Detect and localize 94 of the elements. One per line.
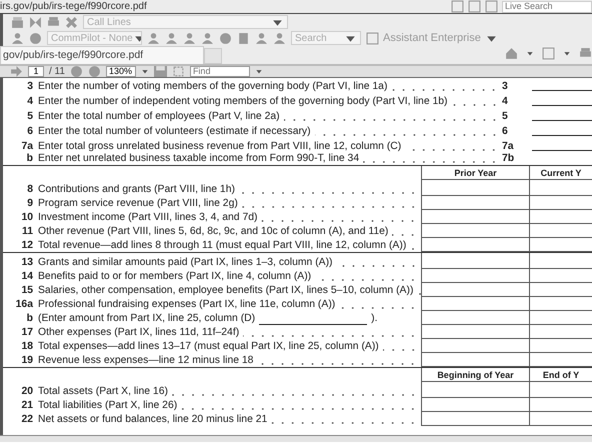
line-text: ).: [371, 312, 378, 325]
line-text: Grants and similar amounts paid (Part IX, lines 1–3, column (A)): [38, 256, 333, 269]
table-cell[interactable]: [529, 269, 592, 283]
zoom-field[interactable]: 130%: [106, 66, 136, 77]
line-text: Other revenue (Part VIII, lines 5, 6d, 8c, 9c, and 10c of column (A), and 11e): [38, 225, 388, 238]
line-text: Revenue less expenses—line 12 minus line 18: [38, 354, 254, 367]
line-number: 17: [20, 326, 34, 339]
table-cell[interactable]: [529, 297, 592, 311]
line-text: Total revenue—add lines 8 through 11 (must equal Part VIII, line 12, column (A)): [38, 239, 406, 252]
table-cell[interactable]: [421, 339, 529, 353]
column-header: End of Y: [529, 368, 592, 382]
table-cell[interactable]: [529, 325, 592, 339]
line-reference: 6: [502, 125, 509, 138]
line-number: 9: [26, 197, 34, 210]
table-cell[interactable]: [529, 311, 592, 325]
table-cell[interactable]: [529, 283, 592, 297]
line-number: 21: [20, 399, 34, 412]
line-number: 18: [20, 340, 34, 353]
page-count: / 11: [49, 66, 65, 77]
line-number: 13: [20, 256, 34, 269]
line-text: Total liabilities (Part X, line 26): [38, 399, 178, 412]
table-cell[interactable]: [421, 283, 529, 297]
table-cell[interactable]: [529, 398, 592, 412]
line-number: 19: [20, 354, 34, 367]
line-number: 14: [20, 270, 34, 283]
search-field[interactable]: Live Search: [502, 0, 592, 12]
column-header: Current Y: [529, 166, 592, 180]
line-text: Other expenses (Part IX, lines 11d, 11f–24f): [38, 326, 240, 339]
address-bar-url[interactable]: irs.gov/pub/irs-tege/f990rcore.pdf: [0, 0, 147, 13]
table-cell[interactable]: [529, 180, 592, 196]
line-number: 8: [26, 183, 34, 196]
table-cell[interactable]: [421, 297, 529, 311]
table-cell[interactable]: [421, 238, 529, 252]
line-text: Net assets or fund balances, line 20 minus line 21: [38, 413, 268, 426]
page-number-field[interactable]: 1: [28, 66, 44, 77]
line-text: Enter the number of independent voting members of the governing body (Part VI, line 1b): [38, 95, 448, 108]
line-reference: 4: [502, 95, 509, 108]
line-number: 20: [20, 385, 34, 398]
table-cell[interactable]: [421, 253, 529, 269]
table-cell[interactable]: [529, 253, 592, 269]
line-reference: 7a: [502, 140, 515, 153]
table-cell[interactable]: [529, 196, 592, 210]
table-cell[interactable]: [529, 382, 592, 398]
line-number: 7a: [20, 140, 34, 153]
line-text: Total assets (Part X, line 16): [38, 385, 168, 398]
table-cell[interactable]: [421, 269, 529, 283]
browser-tab[interactable]: gov/pub/irs-tege/f990rcore.pdf: [0, 46, 204, 64]
table-cell[interactable]: [421, 311, 529, 325]
table-cell[interactable]: [421, 224, 529, 238]
line-number: 15: [20, 284, 34, 297]
table-cell[interactable]: [421, 398, 529, 412]
line-text: Salaries, other compensation, employee benefits (Part IX, lines 5–10, column (A)): [38, 284, 414, 297]
line-text: Enter the total number of employees (Part V, line 2a): [38, 110, 280, 123]
line-text: Enter total gross unrelated business revenue from Part VIII, line 12, column (C): [38, 140, 402, 153]
table-cell[interactable]: [421, 353, 529, 367]
table-cell[interactable]: [421, 325, 529, 339]
line-text: (Enter amount from Part IX, line 25, column (D): [38, 312, 256, 325]
table-cell[interactable]: [529, 353, 592, 367]
find-field[interactable]: Find: [190, 66, 250, 77]
line-reference: 3: [502, 80, 509, 93]
table-cell[interactable]: [421, 412, 529, 426]
table-cell[interactable]: [421, 382, 529, 398]
table-cell[interactable]: [529, 412, 592, 426]
table-cell[interactable]: [529, 339, 592, 353]
line-text: Contributions and grants (Part VIII, line 1h): [38, 183, 235, 196]
line-reference: 7b: [502, 152, 516, 165]
line-text: Investment income (Part VIII, lines 3, 4, and 7d): [38, 211, 258, 224]
column-header: Beginning of Year: [421, 368, 529, 382]
line-text: Total expenses—add lines 13–17 (must equal Part IX, line 25, column (A)): [38, 340, 379, 353]
line-number: 12: [20, 239, 34, 252]
line-text: Enter the total number of volunteers (estimate if necessary): [38, 125, 311, 138]
line-number: 5: [26, 110, 34, 123]
line-text: Professional fundraising expenses (Part IX, line 11e, column (A)): [38, 298, 336, 311]
line-text: Benefits paid to or for members (Part IX, line 4, column (A)): [38, 270, 312, 283]
line-number: 16a: [14, 298, 34, 311]
line-number: b: [26, 152, 34, 165]
line-number: 3: [26, 80, 34, 93]
line-number: 11: [21, 225, 34, 238]
line-number: 6: [26, 125, 34, 138]
line-number: 22: [20, 413, 34, 426]
column-header: Prior Year: [421, 166, 529, 180]
table-cell[interactable]: [421, 196, 529, 210]
line-number: 4: [26, 95, 34, 108]
line-number: 10: [20, 211, 34, 224]
table-cell[interactable]: [529, 238, 592, 252]
line-number: b: [26, 312, 34, 325]
line-reference: 5: [502, 110, 509, 123]
line-text: Program service revenue (Part VIII, line 2g): [38, 197, 238, 210]
table-cell[interactable]: [421, 180, 529, 196]
table-cell[interactable]: [529, 210, 592, 224]
table-cell[interactable]: [421, 210, 529, 224]
line-text: Enter net unrelated business taxable income from Form 990-T, line 34: [38, 152, 360, 165]
line-text: Enter the number of voting members of the governing body (Part VI, line 1a): [38, 80, 388, 93]
table-cell[interactable]: [529, 224, 592, 238]
